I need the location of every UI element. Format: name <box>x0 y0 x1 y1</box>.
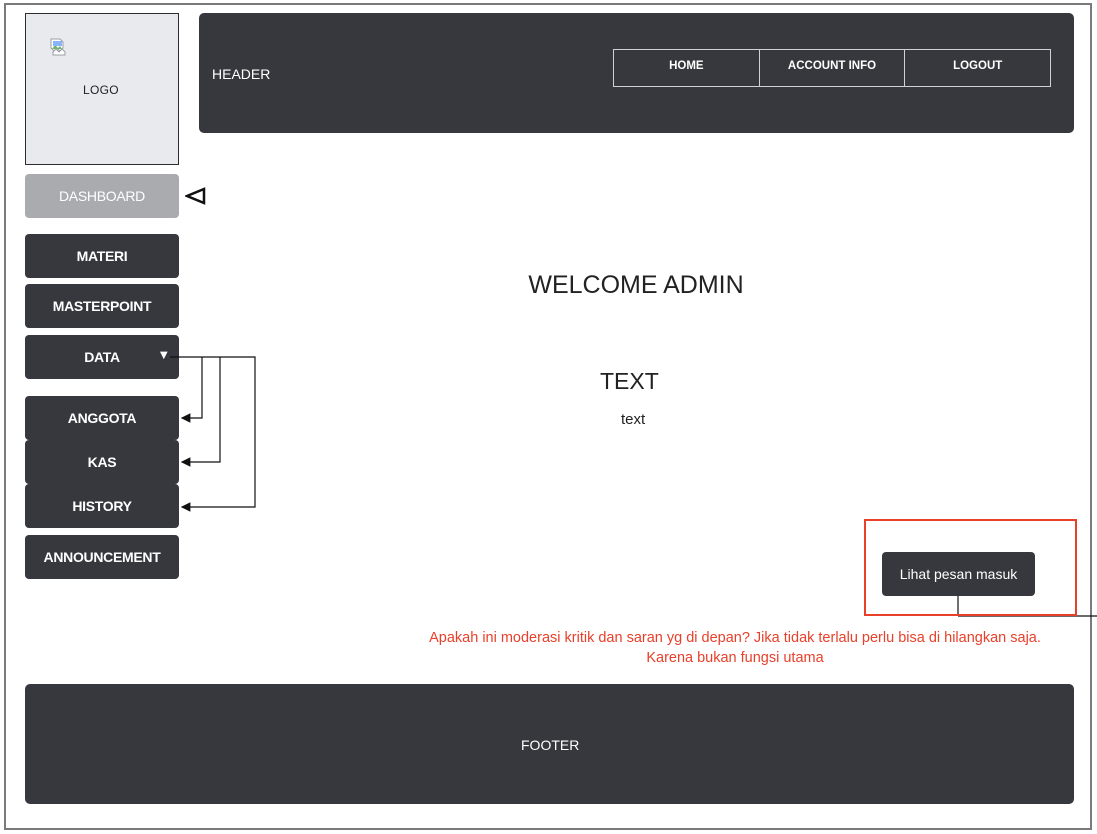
sidebar-item-history[interactable]: HISTORY <box>25 484 179 528</box>
nav-account-info-button[interactable]: ACCOUNT INFO <box>760 50 906 86</box>
view-messages-button[interactable]: Lihat pesan masuk <box>882 552 1035 596</box>
sidebar-item-anggota[interactable]: ANGGOTA <box>25 396 179 440</box>
triangle-down-icon: ▼ <box>157 347 170 362</box>
broken-image-icon <box>50 38 66 56</box>
footer: FOOTER <box>25 684 1074 804</box>
sidebar-item-label: DATA <box>84 349 120 365</box>
sidebar-item-label: ANGGOTA <box>67 410 137 426</box>
content-text: text <box>621 411 646 428</box>
footer-title: FOOTER <box>521 737 580 753</box>
header: HEADER HOME ACCOUNT INFO LOGOUT <box>199 13 1074 133</box>
nav-home-button[interactable]: HOME <box>614 50 760 86</box>
sidebar-item-label: DASHBOARD <box>59 188 145 204</box>
sidebar-item-label: HISTORY <box>72 498 132 514</box>
sidebar-item-kas[interactable]: KAS <box>25 440 179 484</box>
logo-label: LOGO <box>83 83 119 97</box>
sidebar-item-data[interactable]: DATA ▼ <box>25 335 179 379</box>
top-nav: HOME ACCOUNT INFO LOGOUT <box>613 49 1051 87</box>
sidebar-item-announcement[interactable]: ANNOUNCEMENT <box>25 535 179 579</box>
sidebar-item-label: ANNOUNCEMENT <box>43 549 161 565</box>
review-comment: Apakah ini moderasi kritik dan saran yg … <box>429 630 1041 666</box>
sidebar-item-label: KAS <box>87 454 117 470</box>
sidebar-item-label: MATERI <box>76 248 128 264</box>
sidebar-item-label: MASTERPOINT <box>52 298 152 314</box>
active-pointer-icon <box>185 187 206 205</box>
content-heading: TEXT <box>600 368 659 394</box>
nav-logout-button[interactable]: LOGOUT <box>905 50 1050 86</box>
header-title: HEADER <box>212 66 271 82</box>
sidebar-item-dashboard[interactable]: DASHBOARD <box>25 174 179 218</box>
welcome-heading: WELCOME ADMIN <box>528 271 744 299</box>
